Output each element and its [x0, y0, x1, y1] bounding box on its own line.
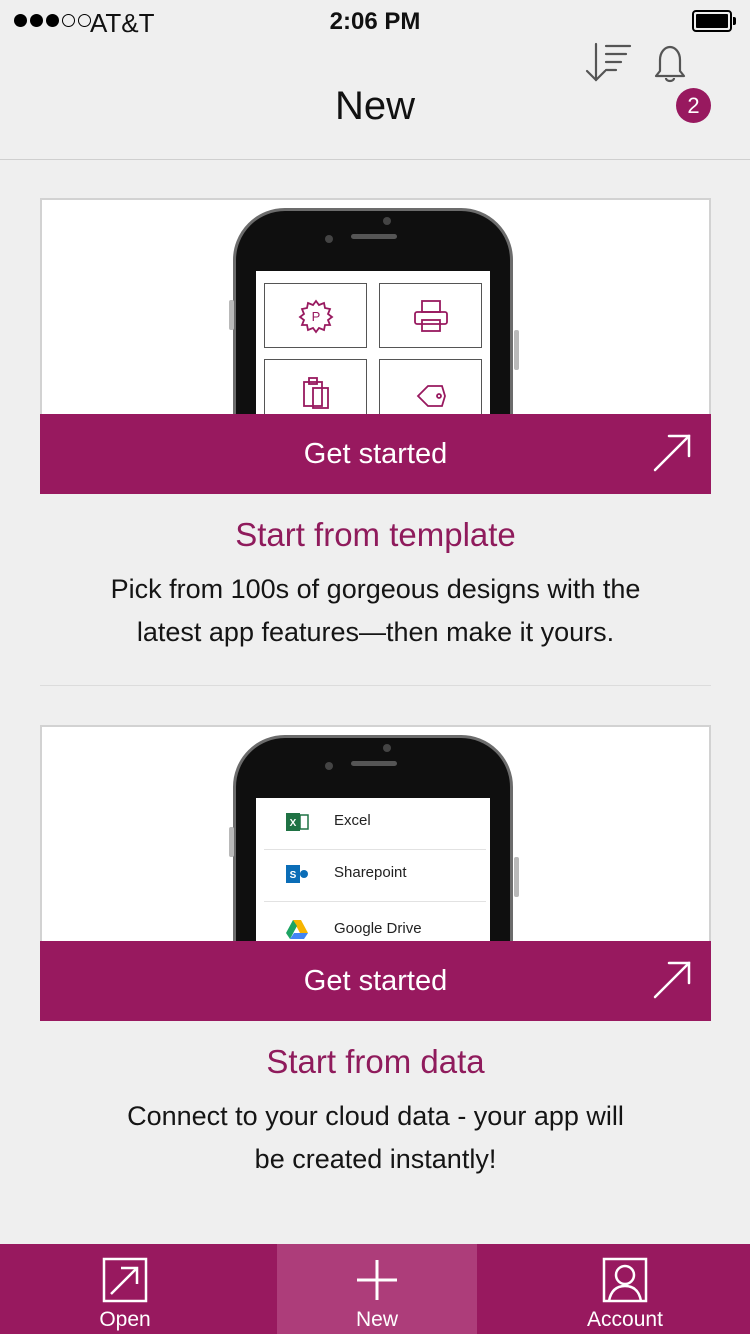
- card-title: Start from data: [266, 1043, 485, 1080]
- printer-icon: [413, 299, 448, 332]
- open-icon: [102, 1257, 148, 1303]
- tab-label: New: [355, 1308, 398, 1331]
- clipboard-icon: [302, 376, 329, 409]
- card-title: Start from template: [235, 516, 516, 553]
- card-description: Pick from 100s of gorgeous designs with …: [40, 568, 711, 654]
- google-drive-icon: [286, 920, 308, 939]
- data-source-row: Google Drive: [264, 902, 486, 941]
- get-started-template-button[interactable]: Get started: [40, 414, 711, 494]
- cta-label: Get started: [303, 437, 448, 470]
- description-line: Connect to your cloud data - your app wi…: [127, 1101, 624, 1131]
- sharepoint-icon: S: [286, 865, 308, 883]
- page-title: New: [334, 84, 416, 128]
- template-preview-image: P: [40, 198, 711, 414]
- data-card: X Excel S Sharepoint Google Drive Get st…: [40, 725, 711, 1181]
- notifications-button[interactable]: [648, 40, 712, 90]
- svg-text:X: X: [290, 818, 297, 829]
- bell-icon: [654, 45, 686, 83]
- data-source-label: Excel: [334, 812, 371, 829]
- phone-mockup: X Excel S Sharepoint Google Drive: [233, 735, 513, 941]
- template-tile: [379, 359, 482, 414]
- arrow-up-right-icon: [653, 961, 691, 999]
- tab-new[interactable]: New: [277, 1244, 477, 1334]
- app-header: New: [0, 44, 750, 160]
- description-line: latest app features—then make it yours.: [136, 617, 615, 647]
- template-card: P Get started Start from template Pick f…: [40, 198, 711, 654]
- section-divider: [40, 685, 711, 686]
- tab-label: Account: [587, 1308, 663, 1331]
- cta-label: Get started: [303, 964, 448, 997]
- status-time: 2:06 PM: [329, 8, 421, 35]
- template-tile: [264, 359, 367, 414]
- svg-text:S: S: [290, 870, 297, 881]
- template-tile: P: [264, 283, 367, 348]
- sort-button[interactable]: [582, 40, 636, 86]
- tag-icon: [416, 384, 446, 407]
- notification-badge: 2: [676, 88, 711, 123]
- tab-open[interactable]: Open: [0, 1244, 250, 1334]
- arrow-up-right-icon: [653, 434, 691, 472]
- plus-icon: [357, 1260, 397, 1300]
- battery-icon: [692, 10, 736, 32]
- phone-mockup: P: [233, 208, 513, 414]
- account-icon: [602, 1257, 648, 1303]
- card-description: Connect to your cloud data - your app wi…: [40, 1095, 711, 1181]
- status-bar: AT&T 2:06 PM: [0, 0, 750, 44]
- svg-text:P: P: [311, 309, 320, 324]
- data-source-label: Sharepoint: [334, 864, 407, 881]
- data-source-row: X Excel: [264, 798, 486, 850]
- excel-icon: X: [286, 813, 309, 831]
- bottom-tab-bar: Open New Account: [0, 1244, 750, 1334]
- description-line: be created instantly!: [254, 1144, 497, 1174]
- data-preview-image: X Excel S Sharepoint Google Drive: [40, 725, 711, 941]
- gear-badge-icon: P: [298, 299, 333, 333]
- data-source-row: S Sharepoint: [264, 850, 486, 902]
- data-source-label: Google Drive: [334, 920, 422, 937]
- sort-icon: [585, 42, 632, 82]
- template-tile: [379, 283, 482, 348]
- tab-label: Open: [99, 1308, 151, 1331]
- description-line: Pick from 100s of gorgeous designs with …: [110, 574, 641, 604]
- tab-account[interactable]: Account: [500, 1244, 750, 1334]
- get-started-data-button[interactable]: Get started: [40, 941, 711, 1021]
